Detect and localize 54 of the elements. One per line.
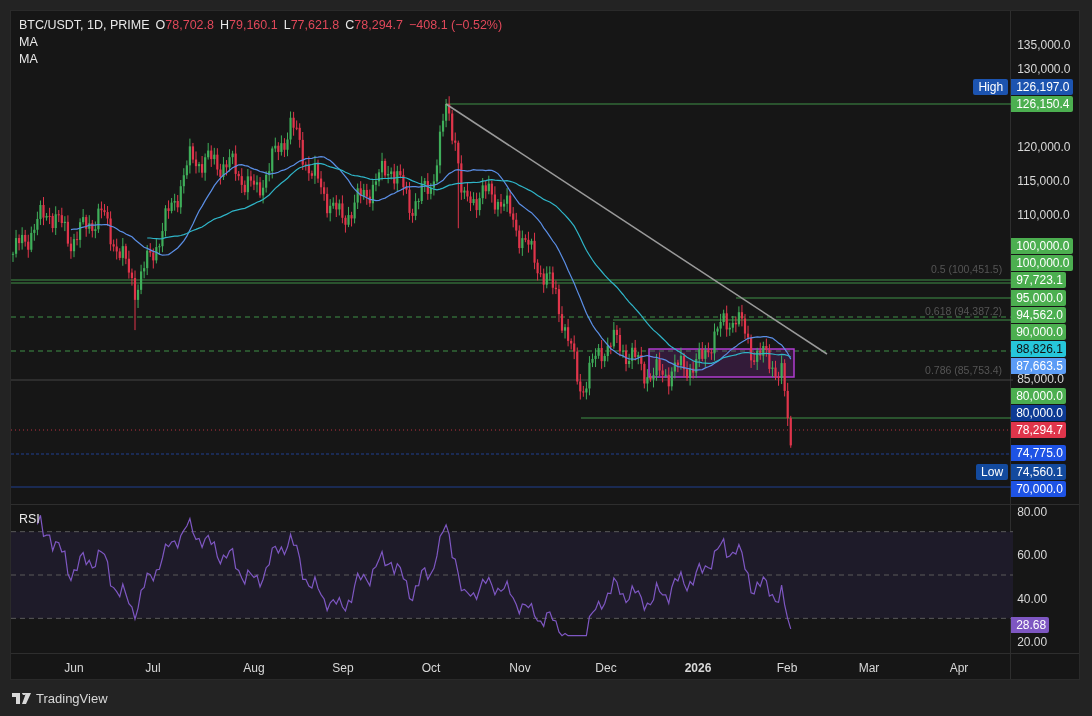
price-tag: 100,000.0	[1011, 238, 1073, 254]
rsi-axis-label: 20.00	[1017, 633, 1048, 651]
time-axis-label: Jun	[64, 660, 84, 678]
fibonacci-level-label: 0.5 (100,451.5)	[930, 262, 1003, 277]
time-axis-label: Apr	[949, 660, 969, 678]
price-change: −408.1 (−0.52%)	[409, 17, 503, 34]
brand-name: TradingView	[36, 690, 108, 708]
price-axis-label: 85,000.0	[1017, 372, 1064, 388]
time-axis-label: Jul	[145, 660, 161, 678]
time-axis-label: Mar	[858, 660, 880, 678]
time-axis-label: Feb	[776, 660, 798, 678]
price-tag: 100,000.0	[1011, 255, 1073, 271]
price-marker-label: Low	[976, 464, 1009, 480]
time-axis-label: Nov	[509, 660, 531, 678]
price-marker-label: High	[973, 79, 1009, 95]
price-tag: 80,000.0	[1011, 405, 1066, 421]
indicator-label: RSI	[19, 510, 40, 528]
price-tag: 94,562.0	[1011, 307, 1066, 323]
time-axis-label: Dec	[595, 660, 617, 678]
indicator-label: MA	[19, 35, 38, 49]
ohlc-value: L77,621.8	[283, 17, 340, 34]
price-tag: 78,294.7	[1011, 422, 1066, 438]
rsi-axis-label: 80.00	[1017, 503, 1048, 521]
logo-icon	[12, 693, 32, 705]
price-axis-label: 110,000.0	[1017, 207, 1070, 224]
fibonacci-level-label: 0.786 (85,753.4)	[925, 363, 1003, 378]
rsi-value-tag: 28.68	[1011, 616, 1050, 633]
time-axis-label: 2026	[684, 660, 712, 678]
ohlc-value: H79,160.1	[220, 17, 278, 34]
price-tag: 74,560.1	[1011, 464, 1066, 480]
price-tag: 90,000.0	[1011, 324, 1066, 340]
indicator-label: MA	[19, 52, 38, 66]
time-axis-label: Sep	[332, 660, 354, 678]
rsi-axis-label: 60.00	[1017, 546, 1048, 564]
price-tag: 95,000.0	[1011, 290, 1066, 306]
price-axis-label: 135,000.0	[1017, 37, 1071, 54]
price-tag: 87,663.5	[1011, 358, 1066, 374]
price-tag: 88,826.1	[1011, 341, 1066, 357]
price-tag: 126,197.0	[1011, 79, 1073, 95]
price-tag: 80,000.0	[1011, 388, 1066, 404]
rsi-axis-label: 40.00	[1017, 590, 1048, 608]
price-axis-label: 130,000.0	[1017, 61, 1071, 78]
ohlc-value: O78,702.8	[155, 17, 214, 34]
ohlc-value: C78,294.7	[345, 17, 403, 34]
price-axis-label: 115,000.0	[1017, 173, 1070, 190]
fibonacci-level-label: 0.618 (94,387.2)	[925, 304, 1003, 319]
price-tag: 97,723.1	[1011, 272, 1066, 288]
price-tag: 70,000.0	[1011, 481, 1066, 497]
price-axis-label: 120,000.0	[1017, 139, 1071, 156]
time-axis-label: Oct	[421, 660, 441, 678]
chart-symbol: BTC/USDT, 1D, PRIME	[19, 17, 150, 34]
price-tag: 126,150.4	[1011, 96, 1073, 112]
price-tag: 74,775.0	[1011, 445, 1066, 461]
time-axis-label: Aug	[243, 660, 265, 678]
